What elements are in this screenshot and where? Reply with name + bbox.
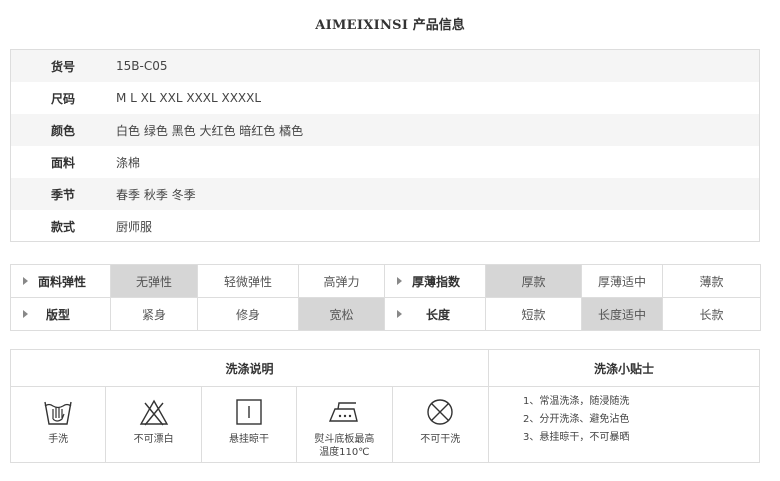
info-label: 颜色 <box>51 123 76 138</box>
care-item: 手洗 <box>11 387 107 462</box>
care-label: 不可干洗 <box>420 434 461 445</box>
info-row-color: 颜色 白色 绿色 黑色 大红色 暗红色 橘色 <box>11 114 759 146</box>
attr-option: 长度适中 <box>581 297 663 331</box>
info-label: 尺码 <box>51 91 76 106</box>
attr-option: 修身 <box>197 297 299 331</box>
info-value: M L XL XXL XXXL XXXXL <box>116 91 262 105</box>
attr-option: 轻微弹性 <box>197 264 299 298</box>
product-info-table: 货号 15B-C05 尺码 M L XL XXL XXXL XXXXL 颜色 白… <box>10 49 760 242</box>
care-item: 熨斗底板最高 温度110℃ <box>297 387 393 462</box>
attr-head-fit: 版型 <box>10 297 111 331</box>
care-item: 不可漂白 <box>106 387 202 462</box>
attr-option: 厚款 <box>485 264 582 298</box>
info-row-size: 尺码 M L XL XXL XXXL XXXXL <box>11 82 759 114</box>
info-value: 涤棉 <box>116 155 141 170</box>
attr-option: 无弹性 <box>110 264 198 298</box>
care-item: 不可干洗 <box>393 387 488 462</box>
triangle-right-icon <box>23 277 28 285</box>
info-row-season: 季节 春季 秋季 冬季 <box>11 178 759 210</box>
info-label: 季节 <box>51 187 76 202</box>
attr-option: 紧身 <box>110 297 198 331</box>
attr-head-label: 面料弹性 <box>38 274 87 289</box>
care-label: 手洗 <box>48 434 69 445</box>
attribute-row: 面料弹性 无弹性 轻微弹性 高弹力 厚薄指数 厚款 厚薄适中 薄款 <box>10 264 761 298</box>
info-row-item-number: 货号 15B-C05 <box>11 50 759 82</box>
care-section: 洗涤说明 洗涤小贴士 手洗 不可漂白 悬挂晾干 熨斗底板最高 温度110℃ 不可… <box>10 349 760 463</box>
no-bleach-icon <box>139 399 168 426</box>
hand-wash-icon <box>44 401 72 425</box>
info-row-fabric: 面料 涤棉 <box>11 146 759 178</box>
attr-head-length: 长度 <box>384 297 486 331</box>
attr-head-label: 版型 <box>46 307 71 322</box>
attribute-row: 版型 紧身 修身 宽松 长度 短款 长度适中 长款 <box>10 297 761 331</box>
attr-head-thickness: 厚薄指数 <box>384 264 486 298</box>
care-label-text: 熨斗底板最高 温度110℃ <box>314 434 375 458</box>
wash-tips-header: 洗涤小贴士 <box>489 350 759 387</box>
info-value: 春季 秋季 冬季 <box>116 187 196 202</box>
page-title: AIMEIXINSI 产品信息 <box>0 14 780 33</box>
title-suffix: 产品信息 <box>408 18 465 33</box>
attr-option: 薄款 <box>662 264 761 298</box>
attr-option: 厚薄适中 <box>581 264 663 298</box>
wash-instructions-header: 洗涤说明 <box>11 350 489 387</box>
triangle-right-icon <box>397 277 402 285</box>
care-icons: 手洗 不可漂白 悬挂晾干 熨斗底板最高 温度110℃ 不可干洗 <box>11 387 489 462</box>
attr-option: 短款 <box>485 297 582 331</box>
attr-option: 长款 <box>662 297 761 331</box>
attr-head-elasticity: 面料弹性 <box>10 264 111 298</box>
care-label: 不可漂白 <box>133 434 174 445</box>
info-value: 白色 绿色 黑色 大红色 暗红色 橘色 <box>116 123 304 138</box>
hang-dry-icon <box>236 399 262 425</box>
tip-item: 1、常温洗涤，随浸随洗 <box>523 396 630 407</box>
attr-option: 宽松 <box>298 297 385 331</box>
info-value: 15B-C05 <box>116 59 168 73</box>
iron-icon <box>329 402 359 422</box>
triangle-right-icon <box>23 310 28 318</box>
info-row-style: 款式 厨师服 <box>11 210 759 242</box>
tip-item: 2、分开洗涤、避免沾色 <box>523 414 630 425</box>
attr-head-label: 厚薄指数 <box>412 274 461 289</box>
attribute-grid: 面料弹性 无弹性 轻微弹性 高弹力 厚薄指数 厚款 厚薄适中 薄款 版型 紧身 … <box>10 264 761 331</box>
info-value: 厨师服 <box>116 219 153 234</box>
no-dry-clean-icon <box>427 399 453 425</box>
attr-option: 高弹力 <box>298 264 385 298</box>
triangle-right-icon <box>397 310 402 318</box>
care-item: 悬挂晾干 <box>202 387 298 462</box>
info-label: 款式 <box>51 219 76 234</box>
info-label: 货号 <box>51 59 76 74</box>
tip-item: 3、悬挂晾干，不可暴晒 <box>523 432 630 443</box>
info-label: 面料 <box>51 155 76 170</box>
brand-name: AIMEIXINSI <box>315 18 409 33</box>
care-label: 熨斗底板最高 温度110℃ <box>314 433 374 459</box>
wash-tips-list: 1、常温洗涤，随浸随洗 2、分开洗涤、避免沾色 3、悬挂晾干，不可暴晒 <box>489 387 759 447</box>
care-label: 悬挂晾干 <box>228 434 269 445</box>
attr-head-label: 长度 <box>426 307 451 322</box>
